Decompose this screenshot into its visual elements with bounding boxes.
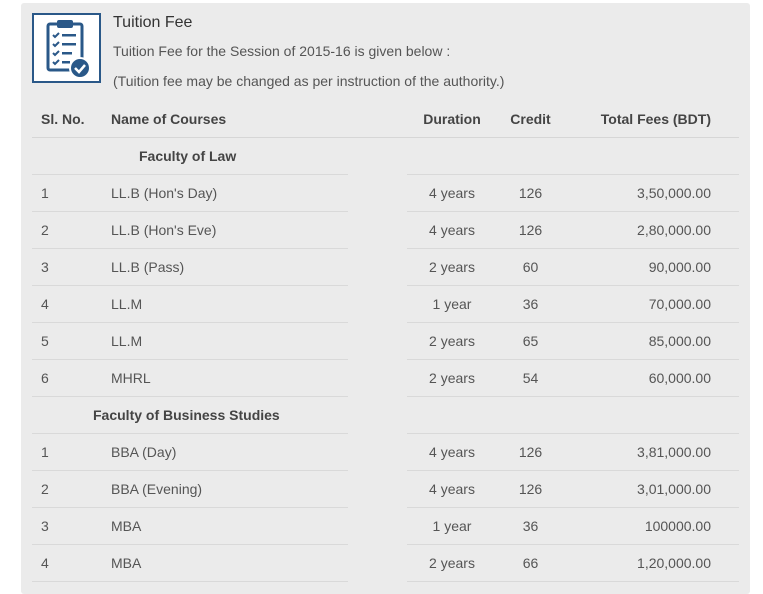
faculty-row: Faculty of Business Studies (32, 397, 739, 434)
cell-course: MBA (111, 555, 142, 571)
cell-fee: 1,20,000.00 (637, 555, 711, 571)
cell-credit: 65 (522, 333, 539, 349)
column-header-sl: Sl. No. (41, 111, 85, 127)
faculty-row: Faculty of Law (32, 138, 739, 175)
faculty-title: Faculty of Business Studies (93, 407, 280, 423)
session-description: Tuition Fee for the Session of 2015-16 i… (113, 43, 451, 59)
cell-sl: 5 (41, 333, 49, 349)
column-header-fees: Total Fees (BDT) (600, 111, 711, 127)
faculty-title: Faculty of Law (139, 148, 237, 164)
cell-duration: 4 years (429, 444, 475, 460)
cell-fee: 3,01,000.00 (637, 481, 711, 497)
table-row: 6 MHRL 2 years 54 60,000.00 (32, 360, 739, 397)
cell-sl: 4 (41, 555, 49, 571)
table-row: 2 LL.B (Hon's Eve) 4 years 126 2,80,000.… (32, 212, 739, 249)
cell-sl: 2 (41, 481, 49, 497)
cell-duration: 4 years (429, 185, 475, 201)
cell-sl: 1 (41, 185, 49, 201)
cell-fee: 70,000.00 (648, 296, 711, 312)
table-row: 3 LL.B (Pass) 2 years 60 90,000.00 (32, 249, 739, 286)
table-header: Sl. No. Name of Courses Duration Credit … (32, 101, 739, 138)
column-header-credit: Credit (510, 111, 551, 127)
cell-duration: 4 years (429, 222, 475, 238)
cell-fee: 90,000.00 (648, 259, 711, 275)
page-title: Tuition Fee (113, 14, 193, 31)
table-row: 1 LL.B (Hon's Day) 4 years 126 3,50,000.… (32, 175, 739, 212)
cell-duration: 2 years (429, 555, 475, 571)
cell-course: LL.B (Pass) (111, 259, 185, 275)
cell-sl: 2 (41, 222, 49, 238)
cell-course: MHRL (111, 370, 151, 386)
table-row: 3 MBA 1 year 36 100000.00 (32, 508, 739, 545)
cell-fee: 100000.00 (644, 518, 711, 534)
cell-fee: 3,50,000.00 (637, 185, 711, 201)
cell-duration: 1 year (432, 518, 472, 534)
cell-sl: 3 (41, 259, 49, 275)
cell-credit: 36 (522, 296, 539, 312)
cell-duration: 2 years (429, 370, 475, 386)
cell-sl: 1 (41, 444, 49, 460)
cell-fee: 60,000.00 (648, 370, 711, 386)
cell-credit: 66 (522, 555, 539, 571)
clipboard-check-icon (32, 13, 101, 83)
cell-sl: 3 (41, 518, 49, 534)
cell-sl: 6 (41, 370, 49, 386)
cell-course: BBA (Day) (111, 444, 177, 460)
cell-credit: 36 (522, 518, 539, 534)
cell-course: LL.M (111, 333, 143, 349)
cell-duration: 1 year (432, 296, 472, 312)
cell-duration: 2 years (429, 333, 475, 349)
table-row: 2 BBA (Evening) 4 years 126 3,01,000.00 (32, 471, 739, 508)
cell-course: LL.B (Hon's Day) (111, 185, 218, 201)
cell-fee: 85,000.00 (648, 333, 711, 349)
cell-course: LL.M (111, 296, 143, 312)
table-row: 4 MBA 2 years 66 1,20,000.00 (32, 545, 739, 582)
cell-credit: 126 (518, 481, 543, 497)
cell-credit: 126 (518, 222, 543, 238)
cell-course: MBA (111, 518, 142, 534)
cell-course: LL.B (Hon's Eve) (111, 222, 217, 238)
tuition-fee-panel: Tuition Fee Tuition Fee for the Session … (21, 3, 750, 594)
column-header-duration: Duration (423, 111, 481, 127)
cell-fee: 2,80,000.00 (637, 222, 711, 238)
fee-note: (Tuition fee may be changed as per instr… (113, 73, 505, 89)
cell-duration: 2 years (429, 259, 475, 275)
table-row: 1 BBA (Day) 4 years 126 3,81,000.00 (32, 434, 739, 471)
cell-credit: 54 (522, 370, 539, 386)
cell-credit: 60 (522, 259, 539, 275)
column-header-course: Name of Courses (111, 111, 227, 127)
cell-credit: 126 (518, 185, 543, 201)
table-row: 4 LL.M 1 year 36 70,000.00 (32, 286, 739, 323)
cell-fee: 3,81,000.00 (637, 444, 711, 460)
cell-sl: 4 (41, 296, 49, 312)
cell-credit: 126 (518, 444, 543, 460)
cell-course: BBA (Evening) (111, 481, 203, 497)
table-row: 5 LL.M 2 years 65 85,000.00 (32, 323, 739, 360)
cell-duration: 4 years (429, 481, 475, 497)
